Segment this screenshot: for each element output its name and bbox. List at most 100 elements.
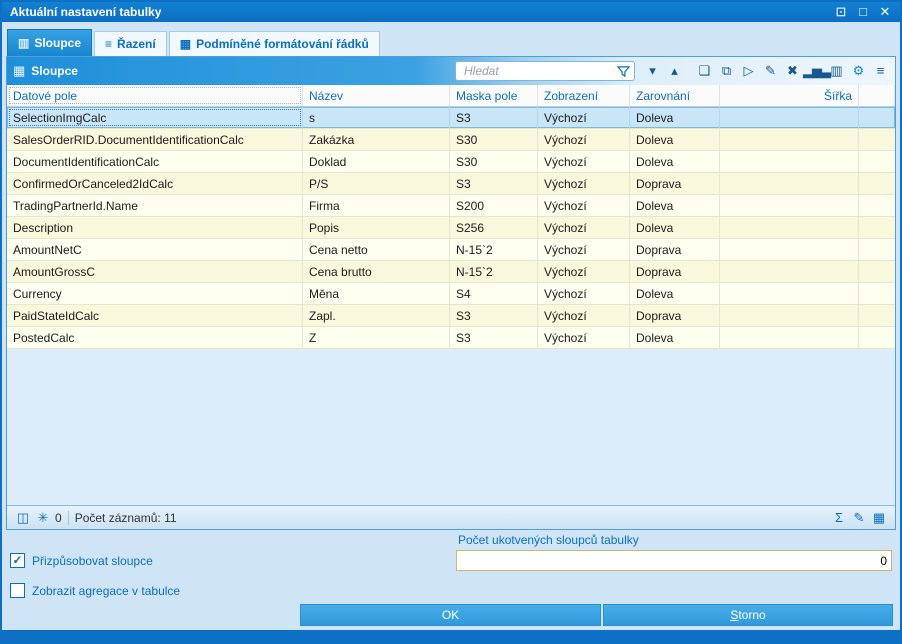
table-edit-icon[interactable]: ▦ bbox=[869, 510, 889, 526]
table-cell: AmountNetC bbox=[7, 239, 303, 260]
table-cell: Výchozí bbox=[538, 305, 630, 326]
book-icon[interactable]: ◫ bbox=[13, 510, 33, 526]
table-cell: Doleva bbox=[630, 195, 720, 216]
status-left-icons: ◫ ✳ bbox=[13, 510, 53, 526]
table-cell: Výchozí bbox=[538, 129, 630, 150]
window-close-icon[interactable]: ✕ bbox=[874, 2, 896, 22]
search-input[interactable] bbox=[462, 63, 617, 79]
table-cell: Výchozí bbox=[538, 261, 630, 282]
tab-bar: ▥ Sloupce ≡ Řazení ▦ Podmíněné formátová… bbox=[2, 26, 900, 56]
table-cell: S3 bbox=[450, 327, 538, 348]
table-cell: Výchozí bbox=[538, 107, 630, 128]
table-row[interactable]: SalesOrderRID.DocumentIdentificationCalc… bbox=[7, 129, 895, 151]
fit-columns-label: Přizpůsobovat sloupce bbox=[32, 553, 153, 568]
filter-dropdown-icon[interactable]: ▾ bbox=[641, 60, 663, 82]
table-row[interactable]: Currency Měna S4 Výchozí Doleva bbox=[7, 283, 895, 305]
table-cell: Currency bbox=[7, 283, 303, 304]
columns-grid-icon: ▥ bbox=[18, 36, 30, 50]
column-header-zarovnani[interactable]: Zarovnání bbox=[630, 85, 720, 106]
table-cell: Description bbox=[7, 217, 303, 238]
table-cell bbox=[720, 239, 859, 260]
search-box bbox=[455, 61, 635, 81]
edit-icon[interactable]: ✎ bbox=[759, 60, 781, 82]
table-row[interactable]: TradingPartnerId.Name Firma S200 Výchozí Dol… bbox=[7, 195, 895, 217]
table-cell: Výchozí bbox=[538, 151, 630, 172]
settings-gear-icon[interactable]: ⚙ bbox=[847, 60, 869, 82]
column-header-maska-pole[interactable]: Maska pole bbox=[450, 85, 538, 106]
table-cell: S30 bbox=[450, 151, 538, 172]
column-header-nazev[interactable]: Název bbox=[303, 85, 450, 106]
tab-podminene-formatovani[interactable]: ▦ Podmíněné formátování řádků bbox=[168, 31, 380, 56]
column-header-sirka[interactable]: Šířka bbox=[720, 85, 859, 106]
table-cell: Doleva bbox=[630, 327, 720, 348]
table-cell-filler bbox=[859, 327, 895, 348]
table-cell: S3 bbox=[450, 305, 538, 326]
window-restore-icon[interactable]: ⊡ bbox=[830, 2, 852, 22]
chart-icon[interactable]: ▂▅▃ bbox=[803, 60, 831, 82]
table-cell: Doleva bbox=[630, 151, 720, 172]
table-row[interactable]: AmountGrossC Cena brutto N-15`2 Výchozí Dopr… bbox=[7, 261, 895, 283]
toolbar-icons: ▾ ▴ ❏ ⧉ ▷ ✎ ✖ ▂▅▃ ▥ ⚙ ≡ bbox=[641, 60, 891, 82]
tab-label: Řazení bbox=[117, 37, 156, 51]
show-aggregations-checkbox[interactable] bbox=[10, 583, 25, 598]
column-header-datove-pole[interactable]: Datové pole bbox=[7, 85, 303, 106]
anchored-columns-input[interactable] bbox=[456, 550, 892, 571]
table-cell: PostedCalc bbox=[7, 327, 303, 348]
table-cell: Doleva bbox=[630, 129, 720, 150]
table-cell-filler bbox=[859, 261, 895, 282]
table-row[interactable]: DocumentIdentificationCalc Doklad S30 Výcho… bbox=[7, 151, 895, 173]
cancel-button[interactable]: Storno bbox=[603, 604, 893, 626]
edit-disabled-icon[interactable]: ✎ bbox=[849, 510, 869, 526]
scroll-top-icon[interactable]: ▴ bbox=[663, 60, 685, 82]
window-maximize-icon[interactable]: □ bbox=[852, 2, 874, 22]
table-cell: Firma bbox=[303, 195, 450, 216]
fit-columns-checkbox[interactable]: ✓ bbox=[10, 553, 25, 568]
table-cell-filler bbox=[859, 173, 895, 194]
table-cell: PaidStateIdCalc bbox=[7, 305, 303, 326]
table-row[interactable]: SelectionImgCalc s S3 Výchozí Doleva bbox=[7, 107, 895, 129]
menu-icon[interactable]: ≡ bbox=[869, 60, 891, 82]
table-cell: Výchozí bbox=[538, 217, 630, 238]
apply-icon[interactable]: ▷ bbox=[737, 60, 759, 82]
tab-sloupce[interactable]: ▥ Sloupce bbox=[7, 29, 93, 56]
record-count-label: Počet záznamů: 11 bbox=[74, 510, 177, 525]
dialog-window: Aktuální nastavení tabulky ⊡ □ ✕ ▥ Sloupce… bbox=[0, 0, 902, 644]
title-bar[interactable]: Aktuální nastavení tabulky ⊡ □ ✕ bbox=[2, 2, 900, 22]
status-separator bbox=[67, 510, 69, 525]
table-cell: S3 bbox=[450, 107, 538, 128]
table-cell: S256 bbox=[450, 217, 538, 238]
column-header-zobrazeni[interactable]: Zobrazení bbox=[538, 85, 630, 106]
table-row[interactable]: AmountNetC Cena netto N-15`2 Výchozí Doprava bbox=[7, 239, 895, 261]
status-bar: ◫ ✳ 0 Počet záznamů: 11 Σ ✎ ▦ bbox=[7, 505, 895, 529]
window-title: Aktuální nastavení tabulky bbox=[10, 5, 162, 19]
table-cell: N-15`2 bbox=[450, 261, 538, 282]
table-row[interactable]: Description Popis S256 Výchozí Doleva bbox=[7, 217, 895, 239]
table-cell: Výchozí bbox=[538, 283, 630, 304]
copy-icon[interactable]: ⧉ bbox=[715, 60, 737, 82]
table-row[interactable]: ConfirmedOrCanceled2IdCalc P/S S3 Výchozí Do… bbox=[7, 173, 895, 195]
table-cell: AmountGrossC bbox=[7, 261, 303, 282]
show-aggregations-checkbox-row[interactable]: Zobrazit agregace v tabulce bbox=[10, 583, 180, 598]
new-item-icon[interactable]: ❏ bbox=[693, 60, 715, 82]
table-cell: Cena netto bbox=[303, 239, 450, 260]
fit-columns-checkbox-row[interactable]: ✓ Přizpůsobovat sloupce bbox=[10, 553, 153, 568]
table-cell: N-15`2 bbox=[450, 239, 538, 260]
table-cell-filler bbox=[859, 195, 895, 216]
table-row[interactable]: PostedCalc Z S3 Výchozí Doleva bbox=[7, 327, 895, 349]
table-cell: Doprava bbox=[630, 305, 720, 326]
table-cell: Výchozí bbox=[538, 239, 630, 260]
snowflake-icon[interactable]: ✳ bbox=[33, 510, 53, 526]
table-cell: S30 bbox=[450, 129, 538, 150]
table-cell: Cena brutto bbox=[303, 261, 450, 282]
sum-icon[interactable]: Σ bbox=[829, 510, 849, 525]
table-row[interactable]: PaidStateIdCalc Zapl. S3 Výchozí Doprava bbox=[7, 305, 895, 327]
filter-funnel-icon[interactable] bbox=[617, 65, 630, 78]
anchored-columns-label: Počet ukotvených sloupců tabulky bbox=[458, 533, 639, 547]
status-right-icons: Σ ✎ ▦ bbox=[829, 510, 889, 526]
tab-razeni[interactable]: ≡ Řazení bbox=[94, 31, 167, 56]
ok-button[interactable]: OK bbox=[300, 604, 601, 626]
delete-icon[interactable]: ✖ bbox=[781, 60, 803, 82]
table-cell: Výchozí bbox=[538, 173, 630, 194]
table-cell: Doleva bbox=[630, 217, 720, 238]
columns-icon[interactable]: ▥ bbox=[825, 60, 847, 82]
